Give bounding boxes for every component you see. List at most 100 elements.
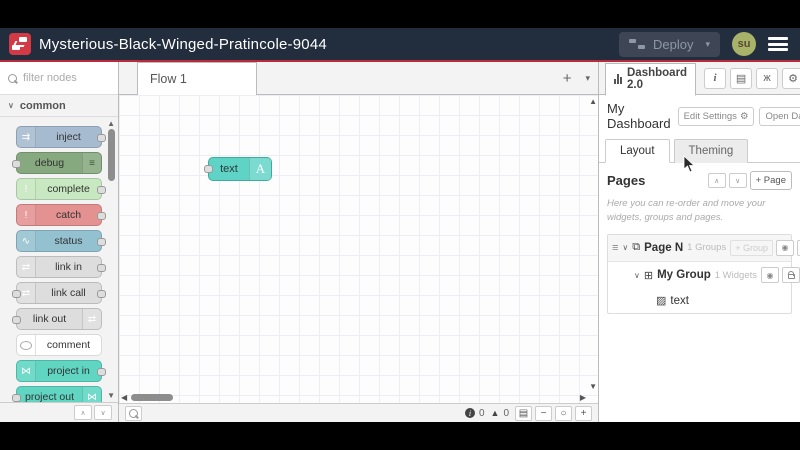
move-page-down-button[interactable]: ∨ [728, 173, 747, 188]
add-group-button[interactable]: + Group [730, 239, 773, 256]
user-avatar[interactable]: su [732, 32, 756, 56]
deploy-options-caret-icon[interactable]: ▾ [705, 39, 710, 50]
node-output-port[interactable] [97, 238, 106, 246]
deploy-node-icon [629, 39, 645, 49]
node-label: text [220, 163, 238, 175]
palette-node-label: complete [47, 183, 90, 195]
node-output-port[interactable] [97, 212, 106, 220]
node-output-port[interactable] [97, 368, 106, 376]
zoom-reset-button[interactable]: ○ [555, 405, 572, 421]
scroll-up-icon[interactable]: ▲ [589, 97, 597, 106]
node-output-port[interactable] [97, 134, 106, 142]
scroll-left-icon[interactable]: ◀ [121, 393, 127, 402]
node-input-port[interactable] [204, 165, 213, 173]
add-page-button[interactable]: + Page [749, 171, 792, 190]
debug-tab-button[interactable]: ж [756, 67, 779, 89]
navigator-button[interactable]: ▤ [515, 405, 532, 421]
comment-icon [17, 335, 36, 355]
tree-row-page[interactable]: ≡ ∨ ⧉ Page N 1 Groups + Group ◉ [608, 234, 800, 262]
palette-node-project-out[interactable]: project out ⋈ [12, 386, 102, 402]
scroll-right-icon[interactable]: ▶ [580, 393, 586, 402]
palette-node-status[interactable]: ∿ status [16, 230, 106, 252]
node-input-port[interactable] [12, 394, 21, 402]
chevron-down-icon[interactable]: ∨ [622, 243, 628, 252]
eye-icon: ◉ [766, 270, 774, 280]
node-output-port[interactable] [97, 264, 106, 272]
vertical-scrollbar[interactable]: ▲ ▼ [588, 95, 598, 393]
move-page-up-button[interactable]: ∧ [707, 173, 726, 188]
palette-node-catch[interactable]: ! catch [16, 204, 106, 226]
palette-node-label: link call [51, 287, 86, 299]
drag-handle-icon[interactable]: ≡ [612, 242, 618, 254]
eye-icon: ◉ [781, 243, 789, 252]
expand-all-button[interactable]: ∨ [94, 405, 112, 420]
group-visibility-button[interactable]: ◉ [761, 267, 779, 283]
search-flows-button[interactable] [125, 405, 142, 421]
palette-node-label: catch [55, 209, 82, 221]
zoom-out-button[interactable]: − [535, 405, 552, 421]
palette-node-label: project in [47, 365, 90, 377]
palette-search-box[interactable] [0, 62, 118, 95]
dashboard-header: My Dashboard Edit Settings ⚙ Open Dashbo… [599, 95, 800, 136]
pages-help-text: Here you can re-order and move your widg… [607, 198, 766, 224]
logo-icon: ⋈ [17, 361, 36, 381]
palette-node-project-in[interactable]: ⋈ project in [16, 360, 106, 382]
palette-scroll-down-icon[interactable]: ▼ [107, 391, 115, 400]
palette-node-link-call[interactable]: ⇄ link call [12, 282, 106, 304]
deploy-button[interactable]: Deploy ▾ [619, 31, 720, 57]
node-palette: ∨ common ⇉ inject debug ≡ ! complete ! catch ∿ st… [0, 62, 119, 422]
flow-tabbar: Flow 1 + ▾ [119, 62, 598, 95]
palette-node-inject[interactable]: ⇉ inject [16, 126, 106, 148]
text-widget-icon: A [249, 158, 271, 180]
filter-nodes-input[interactable] [23, 72, 110, 84]
tree-row-group[interactable]: ∨ ⊞ My Group 1 Widgets ◉ [608, 262, 800, 289]
flow-list-caret-icon[interactable]: ▾ [585, 73, 590, 84]
collapse-all-button[interactable]: ∧ [74, 405, 92, 420]
horizontal-scrollbar[interactable]: ◀ ▶ [119, 393, 588, 403]
palette-scrollbar-thumb[interactable] [108, 129, 115, 181]
page-visibility-button[interactable]: ◉ [776, 239, 794, 256]
node-red-app: Mysterious-Black-Winged-Pratincole-9044 … [0, 28, 800, 422]
node-output-port[interactable] [97, 290, 106, 298]
link-icon: ⇄ [82, 309, 101, 329]
edit-settings-button[interactable]: Edit Settings ⚙ [677, 106, 755, 126]
help-tab-button[interactable]: ▤ [730, 67, 753, 89]
image-icon: ▨ [656, 295, 667, 307]
pages-header: Pages ∧ ∨ + Page [607, 171, 792, 190]
info-tab-button[interactable]: i [704, 67, 727, 89]
palette-node-link-in[interactable]: ⇄ link in [16, 256, 106, 278]
header-actions: Deploy ▾ su [619, 31, 800, 57]
horizontal-scrollbar-thumb[interactable] [131, 394, 173, 401]
node-input-port[interactable] [12, 160, 21, 168]
node-input-port[interactable] [12, 316, 21, 324]
tab-dashboard-2[interactable]: Dashboard 2.0 [605, 62, 697, 96]
config-tab-button[interactable]: ⚙ [782, 67, 800, 89]
node-red-logo-icon [9, 33, 31, 55]
main-area: ∨ common ⇉ inject debug ≡ ! complete ! catch ∿ st… [0, 62, 800, 422]
node-input-port[interactable] [12, 290, 21, 298]
palette-node-label: comment [46, 339, 91, 351]
node-output-port[interactable] [97, 186, 106, 194]
add-flow-icon[interactable]: + [563, 70, 572, 87]
page-group-count: 1 Groups [687, 242, 727, 253]
chevron-down-icon[interactable]: ∨ [634, 271, 640, 280]
tab-flow-1[interactable]: Flow 1 [137, 62, 257, 95]
palette-node-complete[interactable]: ! complete [16, 178, 106, 200]
open-dashboard-button[interactable]: Open Dashboard ↗ [759, 106, 800, 126]
palette-node-comment[interactable]: comment [16, 334, 102, 356]
palette-node-debug[interactable]: debug ≡ [12, 152, 102, 174]
tab-layout[interactable]: Layout [605, 139, 670, 163]
flow-canvas[interactable]: text A ▲ ▼ ◀ ▶ [119, 95, 598, 403]
palette-node-link-out[interactable]: link out ⇄ [12, 308, 102, 330]
palette-category-common[interactable]: ∨ common [0, 95, 118, 117]
main-menu-icon[interactable] [768, 37, 788, 51]
zoom-in-button[interactable]: + [575, 405, 592, 421]
mouse-cursor [683, 155, 695, 173]
text-widget-node[interactable]: text A [204, 157, 272, 181]
group-lock-button[interactable] [782, 267, 800, 283]
palette-scroll-up-icon[interactable]: ▲ [107, 119, 115, 128]
scroll-down-icon[interactable]: ▼ [589, 382, 597, 391]
search-icon [8, 73, 17, 83]
pages-actions: ∧ ∨ + Page [707, 171, 792, 190]
tree-row-widget[interactable]: ▨ text [608, 289, 791, 313]
